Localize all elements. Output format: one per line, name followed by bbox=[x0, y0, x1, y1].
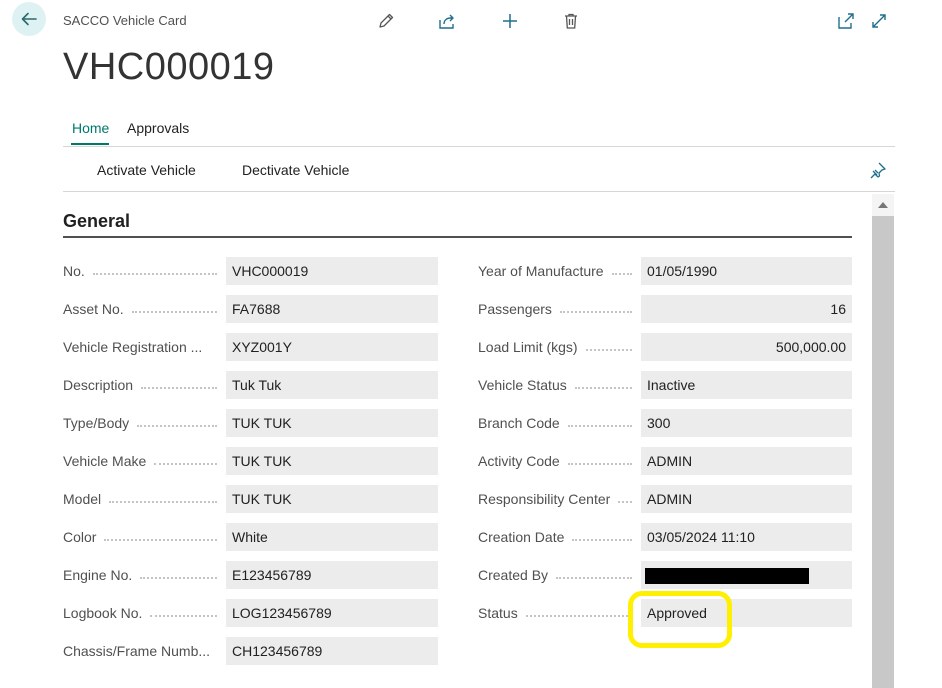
field-label-color: Color bbox=[63, 527, 223, 547]
field-value-load-limit[interactable]: 500,000.00 bbox=[641, 333, 852, 361]
scrollbar-thumb[interactable] bbox=[872, 216, 894, 688]
tab-home-underline bbox=[71, 143, 109, 145]
field-label-branch-code: Branch Code bbox=[478, 413, 638, 433]
field-label-load-limit: Load Limit (kgs) bbox=[478, 337, 638, 357]
field-value-no[interactable]: VHC000019 bbox=[226, 257, 438, 285]
field-label-responsibility-center: Responsibility Center bbox=[478, 489, 638, 509]
field-label-no: No. bbox=[63, 261, 223, 281]
section-rule bbox=[63, 236, 852, 238]
edit-button[interactable] bbox=[375, 10, 397, 32]
expand-button[interactable] bbox=[868, 10, 890, 32]
field-value-passengers[interactable]: 16 bbox=[641, 295, 852, 323]
field-value-asset-no[interactable]: FA7688 bbox=[226, 295, 438, 323]
field-value-vehicle-status[interactable]: Inactive bbox=[641, 371, 852, 399]
field-label-creation-date: Creation Date bbox=[478, 527, 638, 547]
field-label-logbook-no: Logbook No. bbox=[63, 603, 223, 623]
expand-icon bbox=[872, 14, 886, 28]
field-value-creation-date[interactable]: 03/05/2024 11:10 bbox=[641, 523, 852, 551]
field-label-asset-no: Asset No. bbox=[63, 299, 223, 319]
field-value-engine-no[interactable]: E123456789 bbox=[226, 561, 438, 589]
pencil-icon bbox=[379, 13, 394, 28]
deactivate-vehicle-button[interactable]: Dectivate Vehicle bbox=[242, 162, 349, 178]
section-title-general[interactable]: General bbox=[63, 211, 130, 232]
field-label-model: Model bbox=[63, 489, 223, 509]
field-label-vehicle-make: Vehicle Make bbox=[63, 451, 223, 471]
field-value-vehicle-make[interactable]: TUK TUK bbox=[226, 447, 438, 475]
field-label-activity-code: Activity Code bbox=[478, 451, 638, 471]
open-in-new-window-icon bbox=[838, 13, 854, 29]
scroll-up-button[interactable] bbox=[872, 194, 894, 216]
open-new-window-button[interactable] bbox=[835, 10, 857, 32]
field-label-chassis-frame-number: Chassis/Frame Numb... bbox=[63, 643, 211, 659]
personalize-button[interactable] bbox=[867, 159, 889, 181]
caret-up-icon bbox=[878, 202, 888, 208]
field-label-status: Status bbox=[478, 603, 638, 623]
back-button[interactable] bbox=[12, 2, 46, 36]
trash-icon bbox=[565, 13, 577, 29]
actions-divider bbox=[63, 191, 895, 192]
pin-icon bbox=[870, 162, 886, 179]
field-label-vehicle-status: Vehicle Status bbox=[478, 375, 638, 395]
field-label-engine-no: Engine No. bbox=[63, 565, 223, 585]
field-value-logbook-no[interactable]: LOG123456789 bbox=[226, 599, 438, 627]
arrow-left-icon bbox=[21, 12, 37, 26]
delete-button[interactable] bbox=[560, 10, 582, 32]
field-label-type-body: Type/Body bbox=[63, 413, 223, 433]
activate-vehicle-button[interactable]: Activate Vehicle bbox=[97, 162, 196, 178]
field-value-vehicle-registration[interactable]: XYZ001Y bbox=[226, 333, 438, 361]
tab-home[interactable]: Home bbox=[72, 120, 109, 136]
field-label-vehicle-registration: Vehicle Registration ... bbox=[63, 339, 203, 355]
status-highlight-annotation bbox=[628, 591, 732, 648]
field-value-branch-code[interactable]: 300 bbox=[641, 409, 852, 437]
page-title: VHC000019 bbox=[63, 46, 275, 88]
page-caption: SACCO Vehicle Card bbox=[63, 13, 187, 28]
tab-approvals[interactable]: Approvals bbox=[127, 120, 189, 136]
field-value-chassis-frame-number[interactable]: CH123456789 bbox=[226, 637, 438, 665]
plus-icon bbox=[503, 14, 517, 28]
field-label-year-of-manufacture: Year of Manufacture bbox=[478, 261, 638, 281]
field-label-description: Description bbox=[63, 375, 223, 395]
field-label-created-by: Created By bbox=[478, 565, 638, 585]
field-value-responsibility-center[interactable]: ADMIN bbox=[641, 485, 852, 513]
field-value-color[interactable]: White bbox=[226, 523, 438, 551]
field-value-year-of-manufacture[interactable]: 01/05/1990 bbox=[641, 257, 852, 285]
share-icon bbox=[439, 14, 454, 29]
field-value-model[interactable]: TUK TUK bbox=[226, 485, 438, 513]
new-button[interactable] bbox=[499, 10, 521, 32]
field-value-activity-code[interactable]: ADMIN bbox=[641, 447, 852, 475]
share-button[interactable] bbox=[436, 10, 458, 32]
field-label-passengers: Passengers bbox=[478, 299, 638, 319]
redaction-bar bbox=[645, 568, 809, 584]
field-value-description[interactable]: Tuk Tuk bbox=[226, 371, 438, 399]
tabs-divider bbox=[63, 146, 895, 147]
field-value-type-body[interactable]: TUK TUK bbox=[226, 409, 438, 437]
